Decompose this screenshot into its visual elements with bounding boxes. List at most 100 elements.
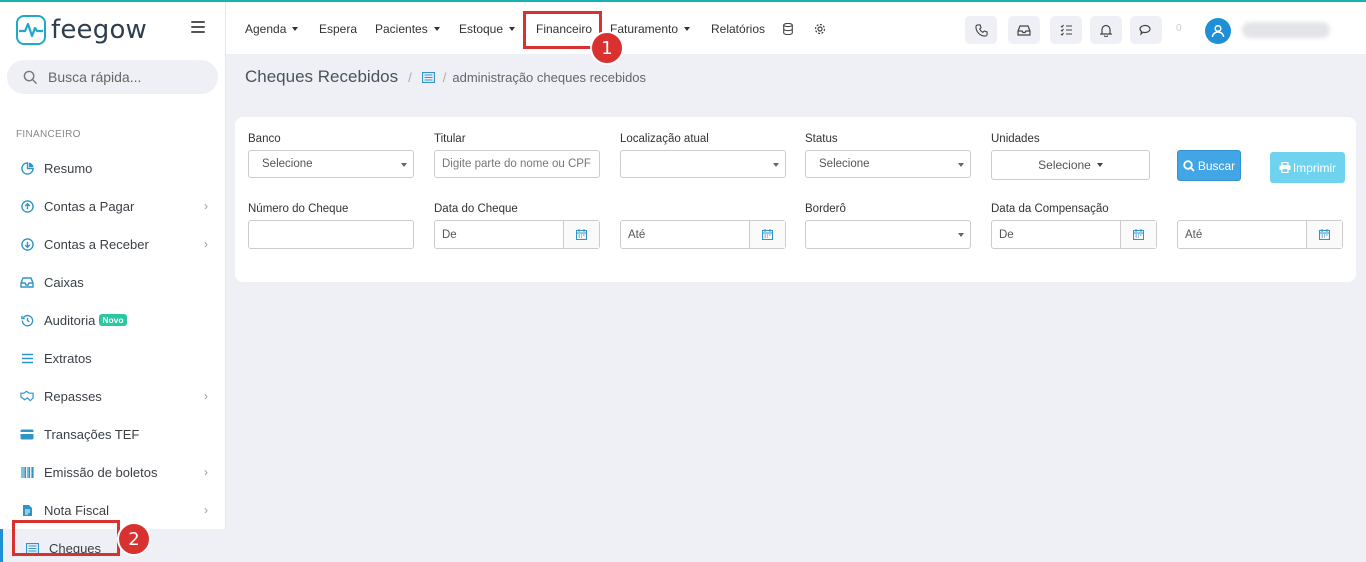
database-icon[interactable]: [783, 22, 793, 38]
sidebar-item-label: Contas a Receber: [44, 236, 149, 252]
print-button-label: Imprimir: [1292, 160, 1337, 175]
nav-agenda[interactable]: Agenda: [245, 22, 299, 36]
status-label: Status: [805, 133, 838, 145]
sidebar-item-label: Contas a Pagar: [44, 198, 135, 214]
sidebar-item-caixas[interactable]: Caixas: [0, 263, 226, 301]
chat-button[interactable]: [1130, 16, 1162, 44]
sidebar-item-contas-a-pagar[interactable]: Contas a Pagar ›: [0, 187, 226, 225]
sidebar-item-label: Transações TEF: [44, 426, 140, 442]
data-cheque-from-input[interactable]: De: [434, 220, 600, 249]
chevron-right-icon: ›: [204, 503, 208, 517]
user-avatar[interactable]: [1205, 18, 1231, 44]
titular-label: Titular: [434, 133, 466, 145]
arrow-down-circle-icon: [20, 237, 34, 251]
logo-text: feegow: [51, 15, 148, 45]
numero-input[interactable]: [248, 220, 414, 249]
calendar-icon[interactable]: [1120, 221, 1156, 248]
search-icon: [1183, 159, 1195, 172]
search-icon: [23, 70, 38, 84]
inbox-button[interactable]: [1008, 16, 1040, 44]
hamburger-menu-icon[interactable]: [191, 21, 205, 33]
date-to-placeholder: Até: [628, 228, 646, 241]
sidebar-item-label: Emissão de boletos: [44, 464, 158, 480]
sidebar-item-repasses[interactable]: Repasses ›: [0, 377, 226, 415]
caret-down-icon: [509, 27, 516, 31]
logo[interactable]: feegow: [16, 15, 147, 45]
chevron-right-icon: ›: [204, 465, 208, 479]
list-icon: [421, 71, 435, 83]
sidebar-item-transacoes-tef[interactable]: Transações TEF: [0, 415, 226, 453]
banco-label: Banco: [248, 133, 281, 145]
localizacao-select[interactable]: [620, 150, 786, 178]
search-button[interactable]: Buscar: [1177, 150, 1241, 181]
sidebar-item-auditoria[interactable]: Auditoria Novo: [0, 301, 226, 339]
nav-relatorios[interactable]: Relatórios: [711, 22, 765, 36]
sidebar: feegow Busca rápida... FINANCEIRO Resumo…: [0, 2, 226, 562]
credit-card-icon: [20, 427, 34, 441]
data-compensacao-to-input[interactable]: Até: [1177, 220, 1343, 249]
tasks-button[interactable]: [1050, 16, 1082, 44]
localizacao-label: Localização atual: [620, 133, 709, 145]
caret-down-icon: [773, 163, 779, 167]
arrow-up-circle-icon: [20, 199, 34, 213]
list-icon: [20, 351, 34, 365]
caret-down-icon: [292, 27, 299, 31]
calendar-icon[interactable]: [1306, 221, 1342, 248]
status-value: Selecione: [819, 158, 870, 170]
data-cheque-label: Data do Cheque: [434, 203, 518, 215]
breadcrumb: Cheques Recebidos / / administração cheq…: [245, 67, 646, 87]
bordero-select[interactable]: [805, 220, 971, 249]
sidebar-item-emissao-de-boletos[interactable]: Emissão de boletos ›: [0, 453, 226, 491]
quick-search-input[interactable]: Busca rápida...: [7, 60, 218, 94]
nav-espera[interactable]: Espera: [319, 22, 357, 36]
settings-gear-icon[interactable]: [814, 23, 826, 38]
date-from-placeholder: De: [442, 228, 457, 241]
highlight-box-cheques: [12, 520, 120, 556]
unidades-value: Selecione: [1038, 158, 1091, 172]
nav-label: Espera: [319, 22, 358, 36]
bell-icon: [1100, 24, 1112, 37]
sidebar-item-resumo[interactable]: Resumo: [0, 149, 226, 187]
phone-icon: [974, 23, 988, 37]
calendar-icon[interactable]: [563, 221, 599, 248]
status-select[interactable]: Selecione: [805, 150, 971, 178]
sidebar-item-label: Caixas: [44, 274, 84, 290]
caret-down-icon: [401, 163, 407, 167]
pie-chart-icon: [20, 161, 34, 175]
sidebar-item-label: Auditoria: [44, 312, 96, 328]
step-badge-2: 2: [117, 522, 151, 556]
quick-search-placeholder: Busca rápida...: [48, 69, 142, 85]
nav-pacientes[interactable]: Pacientes: [375, 22, 440, 36]
print-button[interactable]: Imprimir: [1270, 152, 1345, 183]
data-compensacao-from-input[interactable]: De: [991, 220, 1157, 249]
sidebar-item-contas-a-receber[interactable]: Contas a Receber ›: [0, 225, 226, 263]
banco-select[interactable]: Selecione: [248, 150, 414, 178]
caret-down-icon: [684, 27, 691, 31]
calendar-icon[interactable]: [749, 221, 785, 248]
phone-button[interactable]: [965, 16, 997, 44]
banco-value: Selecione: [262, 158, 313, 170]
data-compensacao-label: Data da Compensação: [991, 203, 1109, 215]
search-button-label: Buscar: [1197, 158, 1236, 173]
bordero-label: Borderô: [805, 203, 846, 215]
username-redacted[interactable]: [1242, 22, 1330, 38]
titular-input[interactable]: Digite parte do nome ou CPF: [434, 150, 600, 178]
nav-label: Relatórios: [711, 22, 766, 36]
nav-estoque[interactable]: Estoque: [459, 22, 516, 36]
sidebar-section-title: FINANCEIRO: [16, 129, 81, 140]
data-cheque-to-input[interactable]: Até: [620, 220, 786, 249]
notifications-button[interactable]: [1090, 16, 1122, 44]
date-to-placeholder: Até: [1185, 228, 1203, 241]
nav-faturamento[interactable]: Faturamento: [610, 22, 691, 36]
breadcrumb-separator: /: [442, 69, 447, 85]
nav-label: Agenda: [245, 22, 287, 36]
barcode-icon: [20, 465, 34, 479]
sidebar-item-label: Nota Fiscal: [44, 502, 110, 518]
chevron-right-icon: ›: [204, 199, 208, 213]
sidebar-item-extratos[interactable]: Extratos: [0, 339, 226, 377]
unidades-select[interactable]: Selecione: [991, 150, 1150, 180]
new-badge: Novo: [99, 314, 127, 326]
page-title: Cheques Recebidos: [245, 67, 399, 86]
inbox-icon: [1017, 25, 1031, 36]
file-icon: [20, 503, 34, 517]
